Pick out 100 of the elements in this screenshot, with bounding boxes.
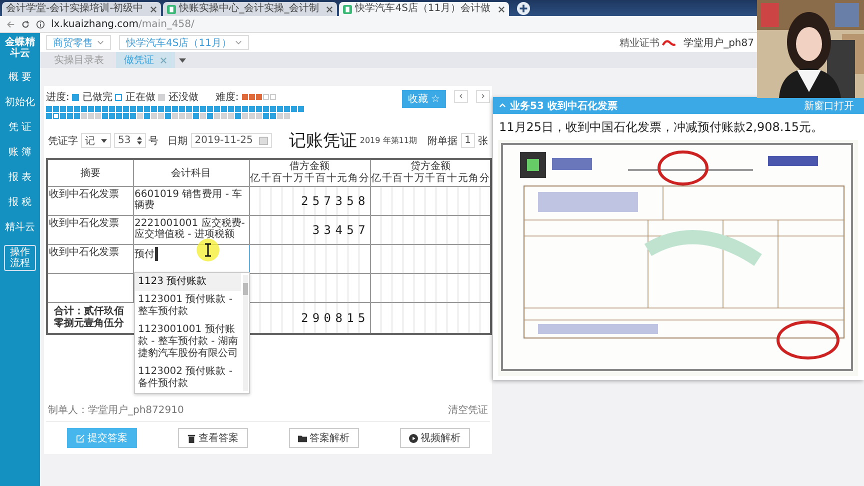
- browser-tab[interactable]: 快账实操中心_会计实操_会计制: [163, 2, 338, 16]
- progress-cell[interactable]: [270, 113, 276, 119]
- user-name[interactable]: 学堂用户_ph87: [684, 36, 754, 50]
- progress-cell[interactable]: [95, 113, 101, 119]
- progress-cell[interactable]: [46, 106, 52, 112]
- progress-cell[interactable]: [158, 106, 164, 112]
- caret-icon[interactable]: [179, 58, 186, 62]
- close-icon[interactable]: [326, 6, 334, 12]
- sidebar-item[interactable]: 报 税: [8, 195, 32, 209]
- progress-cell[interactable]: [263, 106, 269, 112]
- suggestion-item[interactable]: 1123001001 预付账款 - 整车预付款 - 湖南捷豹汽车股份有限公司: [135, 321, 241, 363]
- progress-cell[interactable]: [284, 106, 290, 112]
- progress-cell[interactable]: [235, 113, 241, 119]
- clear-voucher-link[interactable]: 清空凭证: [448, 403, 488, 417]
- progress-cell[interactable]: [228, 113, 234, 119]
- progress-cell[interactable]: [214, 113, 220, 119]
- pager-button[interactable]: ›: [476, 90, 490, 103]
- sidebar-item[interactable]: 概 要: [8, 70, 32, 84]
- progress-cell[interactable]: [277, 106, 283, 112]
- flow-button[interactable]: 操作流程: [4, 245, 36, 271]
- voucher-number-field[interactable]: 53: [114, 133, 146, 148]
- progress-cell[interactable]: [221, 113, 227, 119]
- progress-cell[interactable]: [123, 106, 129, 112]
- close-icon[interactable]: [498, 6, 505, 12]
- progress-cell[interactable]: [46, 113, 52, 119]
- certificate-link[interactable]: 精业证书: [620, 36, 660, 50]
- progress-cell[interactable]: [88, 113, 94, 119]
- progress-cell[interactable]: [116, 113, 122, 119]
- progress-cell[interactable]: [109, 113, 115, 119]
- progress-cell[interactable]: [186, 106, 192, 112]
- progress-cell[interactable]: [256, 113, 262, 119]
- progress-cell[interactable]: [74, 113, 80, 119]
- progress-cell[interactable]: [235, 106, 241, 112]
- calendar-icon[interactable]: [258, 136, 268, 145]
- progress-cell[interactable]: [67, 106, 73, 112]
- progress-cell[interactable]: [158, 113, 164, 119]
- close-icon[interactable]: [150, 6, 158, 12]
- sidebar-item[interactable]: 账 簿: [8, 145, 32, 159]
- progress-cell[interactable]: [151, 113, 157, 119]
- chevron-down-icon[interactable]: [97, 40, 104, 45]
- action-button[interactable]: 视频解析: [400, 428, 470, 448]
- progress-cell[interactable]: [263, 113, 269, 119]
- progress-cell[interactable]: [242, 113, 248, 119]
- progress-cell[interactable]: [88, 106, 94, 112]
- progress-cell[interactable]: [228, 106, 234, 112]
- progress-cell[interactable]: [95, 106, 101, 112]
- progress-cell[interactable]: [137, 113, 143, 119]
- sidebar-item[interactable]: 精斗云: [5, 220, 35, 234]
- progress-cell[interactable]: [53, 106, 59, 112]
- progress-cell[interactable]: [200, 113, 206, 119]
- sidebar-item[interactable]: 初始化: [5, 95, 35, 109]
- progress-cell[interactable]: [298, 106, 304, 112]
- address-bar[interactable]: lx.kuaizhang.com/main_458/: [51, 18, 194, 30]
- progress-cell[interactable]: [67, 113, 73, 119]
- pager-button[interactable]: ‹: [454, 90, 468, 103]
- progress-cell[interactable]: [270, 106, 276, 112]
- progress-cell[interactable]: [81, 106, 87, 112]
- browser-tab[interactable]: 会计学堂-会计实操培训-初级中: [2, 2, 162, 16]
- progress-cell[interactable]: [144, 106, 150, 112]
- progress-cell[interactable]: [172, 106, 178, 112]
- progress-cell[interactable]: [214, 106, 220, 112]
- progress-cell[interactable]: [165, 113, 171, 119]
- progress-cell[interactable]: [151, 106, 157, 112]
- progress-cell[interactable]: [60, 113, 66, 119]
- progress-cell[interactable]: [221, 106, 227, 112]
- back-icon[interactable]: [6, 20, 15, 28]
- progress-cell[interactable]: [200, 106, 206, 112]
- progress-cell[interactable]: [137, 106, 143, 112]
- progress-cell[interactable]: [130, 113, 136, 119]
- progress-cell[interactable]: [249, 106, 255, 112]
- progress-cell[interactable]: [256, 106, 262, 112]
- action-button[interactable]: 答案解析: [288, 428, 358, 448]
- caret-icon[interactable]: [101, 138, 107, 142]
- progress-cell[interactable]: [130, 106, 136, 112]
- progress-cell[interactable]: [193, 106, 199, 112]
- progress-cell[interactable]: [165, 106, 171, 112]
- chevron-down-icon[interactable]: [235, 40, 242, 45]
- attachment-count-field[interactable]: 1: [460, 133, 475, 148]
- action-button[interactable]: 查看答案: [178, 428, 248, 448]
- progress-cell[interactable]: [193, 113, 199, 119]
- new-tab-icon[interactable]: [516, 2, 530, 15]
- progress-cell[interactable]: [102, 106, 108, 112]
- progress-cell[interactable]: [123, 113, 129, 119]
- progress-cell[interactable]: [109, 106, 115, 112]
- progress-cell[interactable]: [186, 113, 192, 119]
- progress-cell[interactable]: [249, 113, 255, 119]
- progress-cell[interactable]: [81, 113, 87, 119]
- suggestion-item[interactable]: 1123 预付账款: [135, 273, 241, 291]
- progress-cell[interactable]: [277, 113, 283, 119]
- progress-cell[interactable]: [74, 106, 80, 112]
- progress-cell[interactable]: [116, 106, 122, 112]
- progress-cell[interactable]: [179, 113, 185, 119]
- progress-cell[interactable]: [291, 106, 297, 112]
- progress-cell[interactable]: [53, 113, 59, 119]
- progress-cell[interactable]: [207, 113, 213, 119]
- progress-cell[interactable]: [179, 106, 185, 112]
- voucher-word-select[interactable]: 记: [81, 133, 111, 148]
- suggestion-item[interactable]: 1123001 预付账款 - 整车预付款: [135, 291, 241, 321]
- progress-cell[interactable]: [172, 113, 178, 119]
- progress-cell[interactable]: [102, 113, 108, 119]
